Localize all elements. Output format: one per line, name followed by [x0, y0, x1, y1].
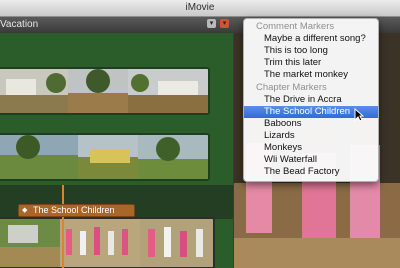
comment-marker-item[interactable]: Trim this later	[244, 57, 378, 69]
clip-thumbnails	[0, 135, 208, 179]
project-name: Vacation	[0, 19, 39, 30]
chapter-marker-item[interactable]: The Bead Factory	[244, 166, 378, 178]
chapter-marker-flag[interactable]: ◆ The School Children	[18, 204, 135, 217]
comment-marker-item[interactable]: Maybe a different song?	[244, 33, 378, 45]
chapter-marker-label: The School Children	[33, 205, 115, 215]
window-title-bar: iMovie	[0, 0, 400, 17]
chapter-marker-item[interactable]: Lizards	[244, 130, 378, 142]
mouse-pointer-icon	[354, 108, 364, 122]
comment-markers-header: Comment Markers	[256, 21, 335, 32]
view-options-button[interactable]: ▾	[207, 19, 216, 28]
comment-marker-item[interactable]: This is too long	[244, 45, 378, 57]
clip-filmstrip[interactable]	[0, 133, 210, 181]
chapter-marker-item[interactable]: The Drive in Accra	[244, 94, 378, 106]
chapter-marker-icon: ◆	[22, 207, 28, 214]
chapter-marker-item[interactable]: Monkeys	[244, 142, 378, 154]
chapter-markers-header: Chapter Markers	[256, 82, 327, 93]
clip-thumbnails	[0, 219, 213, 267]
clip-thumbnails	[0, 69, 208, 113]
playhead[interactable]	[62, 185, 64, 268]
markers-menu-button[interactable]: ▾	[220, 19, 229, 28]
view-options-icon: ▾	[209, 20, 214, 27]
project-browser[interactable]: ◆ The School Children	[0, 33, 233, 268]
clip-filmstrip[interactable]	[0, 217, 215, 268]
comment-marker-item[interactable]: The market monkey	[244, 69, 378, 81]
window-title: iMovie	[185, 2, 215, 13]
markers-popup-menu[interactable]: Comment Markers Maybe a different song? …	[243, 18, 379, 182]
markers-menu-icon: ▾	[222, 20, 227, 27]
clip-filmstrip[interactable]	[0, 67, 210, 115]
chapter-marker-item[interactable]: Wli Waterfall	[244, 154, 378, 166]
